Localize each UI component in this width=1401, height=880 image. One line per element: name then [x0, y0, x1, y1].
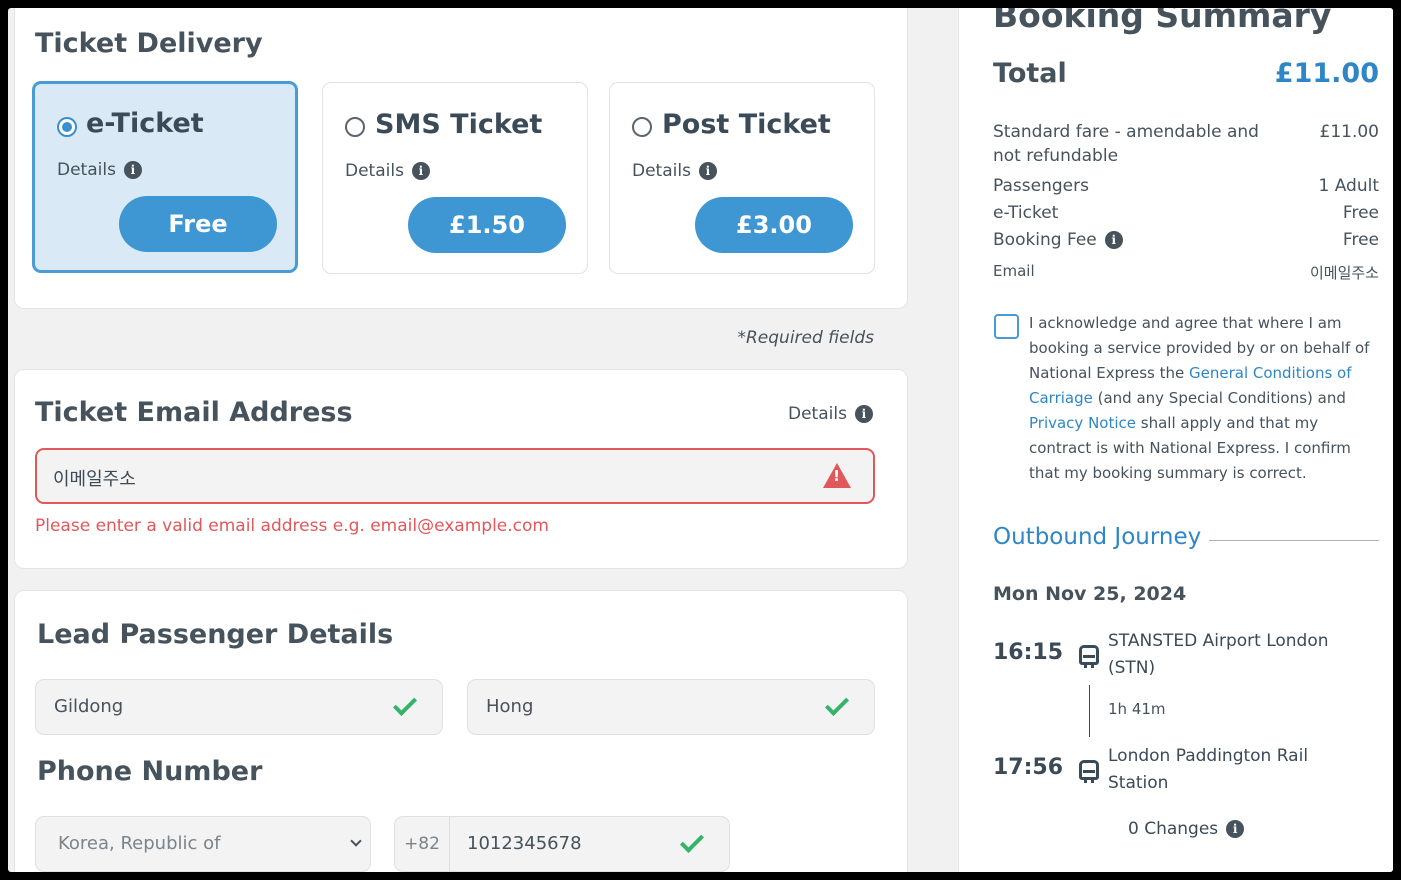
email-input[interactable]: 이메일주소 !: [35, 448, 875, 504]
depart-time: 16:15: [993, 640, 1064, 665]
info-icon: i: [1226, 820, 1245, 838]
phone-number-input[interactable]: 1012345678: [467, 833, 582, 854]
lead-passenger-title: Lead Passenger Details: [37, 619, 394, 650]
eticket-label: e-Ticket: [86, 108, 204, 139]
delivery-option-sms[interactable]: SMS Ticket Details i £1.50: [322, 82, 588, 274]
eticket-radio[interactable]: [57, 117, 77, 137]
email-error-message: Please enter a valid email address e.g. …: [35, 516, 549, 536]
fare-row: Standard fare - amendable and not refund…: [993, 122, 1379, 166]
journey-date: Mon Nov 25, 2024: [993, 583, 1187, 605]
sms-label: SMS Ticket: [375, 109, 543, 140]
info-icon[interactable]: i: [1104, 231, 1123, 249]
check-icon: [679, 828, 705, 854]
required-fields-note: *Required fields: [737, 328, 874, 348]
outbound-journey-title: Outbound Journey: [993, 524, 1210, 550]
phone-number-title: Phone Number: [37, 756, 263, 787]
arrive-time: 17:56: [993, 755, 1064, 780]
email-details-link[interactable]: Details i: [788, 404, 873, 424]
sms-radio[interactable]: [345, 117, 365, 137]
changes-link[interactable]: 0 Changes i: [1128, 819, 1245, 839]
terms-text: I acknowledge and agree that where I am …: [1029, 314, 1370, 482]
ticket-email-card: Ticket Email Address Details i 이메일주소 ! P…: [14, 369, 908, 569]
email-input-value: 이메일주소: [53, 469, 136, 490]
delivery-option-post[interactable]: Post Ticket Details i £3.00: [609, 82, 875, 274]
info-icon: i: [123, 161, 142, 179]
booking-summary-title: Booking Summary: [993, 8, 1332, 35]
checkout-page: Ticket Delivery e-Ticket Details i Free …: [8, 8, 1393, 872]
total-row: Total £11.00: [993, 58, 1379, 89]
booking-summary-panel: Booking Summary Total £11.00 Standard fa…: [958, 8, 1393, 872]
lead-passenger-card: Lead Passenger Details Gildong Hong Phon…: [14, 590, 908, 872]
country-select[interactable]: Korea, Republic of: [35, 816, 371, 872]
last-name-field[interactable]: Hong: [467, 679, 875, 735]
phone-input-group: +82 1012345678: [394, 816, 730, 872]
check-icon: [824, 691, 850, 717]
eticket-details-link[interactable]: Details i: [57, 160, 142, 180]
delivery-option-eticket[interactable]: e-Ticket Details i Free: [32, 81, 298, 273]
ticket-email-title: Ticket Email Address: [35, 397, 353, 428]
info-icon: i: [854, 405, 873, 423]
country-code: +82: [395, 817, 450, 871]
bus-icon: [1079, 645, 1099, 668]
sms-details-link[interactable]: Details i: [345, 161, 430, 181]
eticket-price-button[interactable]: Free: [119, 196, 277, 252]
post-label: Post Ticket: [662, 109, 831, 140]
info-icon: i: [411, 162, 430, 180]
ticket-delivery-card: Ticket Delivery e-Ticket Details i Free …: [14, 8, 908, 309]
post-details-link[interactable]: Details i: [632, 161, 717, 181]
timeline-line: [1089, 685, 1090, 737]
chevron-down-icon: [350, 835, 362, 847]
bus-icon: [1079, 760, 1099, 783]
divider: [1189, 540, 1379, 541]
total-value: £11.00: [1274, 58, 1379, 89]
info-icon: i: [698, 162, 717, 180]
post-price-button[interactable]: £3.00: [695, 197, 853, 253]
arrive-station: London Paddington Rail Station: [1108, 746, 1309, 793]
sms-price-button[interactable]: £1.50: [408, 197, 566, 253]
ticket-delivery-title: Ticket Delivery: [35, 28, 263, 59]
post-radio[interactable]: [632, 117, 652, 137]
terms-checkbox[interactable]: [994, 314, 1019, 339]
journey-duration: 1h 41m: [1108, 700, 1166, 718]
depart-station: STANSTED Airport London (STN): [1108, 631, 1329, 678]
privacy-notice-link[interactable]: Privacy Notice: [1029, 414, 1136, 432]
check-icon: [392, 691, 418, 717]
first-name-field[interactable]: Gildong: [35, 679, 443, 735]
